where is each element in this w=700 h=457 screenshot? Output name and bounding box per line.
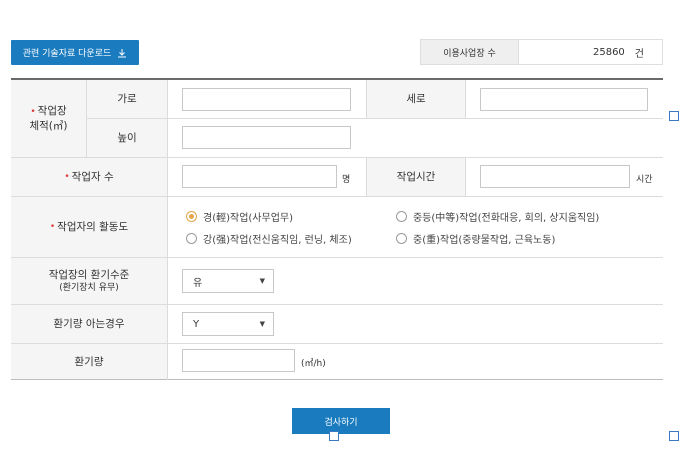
activity-option-label: 중등(中等)작업(전화대응, 회의, 상지움직임): [413, 213, 600, 224]
divider: [465, 80, 466, 118]
usage-count-label: 이용사업장 수: [420, 39, 519, 65]
resize-handle[interactable]: [669, 431, 679, 441]
activity-label-text: 작업자의 활동도: [57, 220, 129, 233]
radio-icon: [396, 211, 407, 222]
divider: [366, 158, 367, 196]
divider: [86, 80, 87, 157]
width-label: 가로: [87, 80, 167, 118]
volume-label-line2: 체적(㎥): [29, 119, 68, 132]
activity-option-strong[interactable]: 강(强)작업(전신움직임, 런닝, 체조): [186, 231, 352, 246]
workers-label-text: 작업자 수: [71, 170, 114, 183]
work-hours-input[interactable]: [480, 165, 630, 188]
download-button-label: 관련 기술자료 다운로드: [22, 49, 112, 59]
ventilation-amount-input[interactable]: [182, 349, 295, 372]
ventilation-known-label: 환기량 아는경우: [11, 305, 167, 343]
divider: [11, 257, 663, 258]
resize-handle[interactable]: [669, 111, 679, 121]
volume-label-line1: 작업장: [37, 105, 67, 118]
activity-option-heavy[interactable]: 중(重)작업(중량물작업, 근육노동): [396, 231, 555, 246]
download-tech-docs-button[interactable]: 관련 기술자료 다운로드: [11, 40, 139, 65]
divider: [11, 196, 663, 197]
ventilation-known-select[interactable]: Y ▼: [182, 312, 274, 336]
divider: [11, 379, 663, 380]
radio-icon: [396, 233, 407, 244]
activity-option-moderate[interactable]: 중등(中等)작업(전화대응, 회의, 상지움직임): [396, 209, 599, 224]
work-hours-label: 작업시간: [367, 158, 465, 196]
workplace-form: • 작업장 체적(㎥) 가로 세로 높이 • 작업자 수 명 작업시간 시간 • 작업…: [11, 78, 663, 380]
activity-option-label: 강(强)작업(전신움직임, 런닝, 체조): [203, 235, 352, 246]
chevron-down-icon: ▼: [259, 277, 265, 285]
height-input[interactable]: [182, 126, 351, 149]
length-label: 세로: [367, 80, 465, 118]
work-hours-unit: 시간: [636, 175, 653, 185]
chevron-down-icon: ▼: [259, 320, 265, 328]
ventilation-known-value: Y: [193, 318, 200, 330]
workers-input[interactable]: [182, 165, 337, 188]
workers-unit: 명: [342, 175, 351, 185]
ventilation-amount-unit: (㎥/h): [301, 359, 326, 369]
ventilation-level-line2: (환기장치 유무): [59, 283, 119, 294]
divider: [11, 304, 663, 305]
ventilation-amount-label: 환기량: [11, 344, 167, 380]
radio-selected-icon: [186, 211, 197, 222]
divider: [11, 343, 663, 344]
activity-option-label: 중(重)작업(중량물작업, 근육노동): [413, 235, 556, 246]
usage-count-unit: 건: [634, 48, 644, 60]
width-input[interactable]: [182, 88, 351, 111]
divider: [11, 157, 663, 158]
divider: [87, 118, 663, 119]
resize-handle[interactable]: [329, 431, 339, 441]
ventilation-level-select[interactable]: 유 ▼: [182, 269, 274, 293]
usage-count-box: 25860 건: [519, 39, 663, 65]
usage-count-value: 25860: [592, 46, 625, 58]
ventilation-level-value: 유: [193, 277, 203, 289]
divider: [366, 80, 367, 118]
height-label: 높이: [87, 119, 167, 157]
activity-option-light[interactable]: 경(輕)작업(사무업무): [186, 209, 293, 224]
volume-label: • 작업장 체적(㎥): [11, 80, 86, 157]
download-icon: [118, 48, 127, 57]
inspect-button[interactable]: 검사하기: [292, 408, 390, 434]
workers-label: • 작업자 수: [11, 158, 167, 196]
length-input[interactable]: [480, 88, 648, 111]
ventilation-level-label: 작업장의 환기수준 (환기장치 유무): [11, 258, 167, 304]
activity-label: • 작업자의 활동도: [11, 197, 167, 257]
radio-icon: [186, 233, 197, 244]
divider: [465, 158, 466, 196]
ventilation-level-line1: 작업장의 환기수준: [48, 268, 130, 281]
divider: [167, 80, 168, 380]
activity-option-label: 경(輕)작업(사무업무): [203, 213, 294, 224]
